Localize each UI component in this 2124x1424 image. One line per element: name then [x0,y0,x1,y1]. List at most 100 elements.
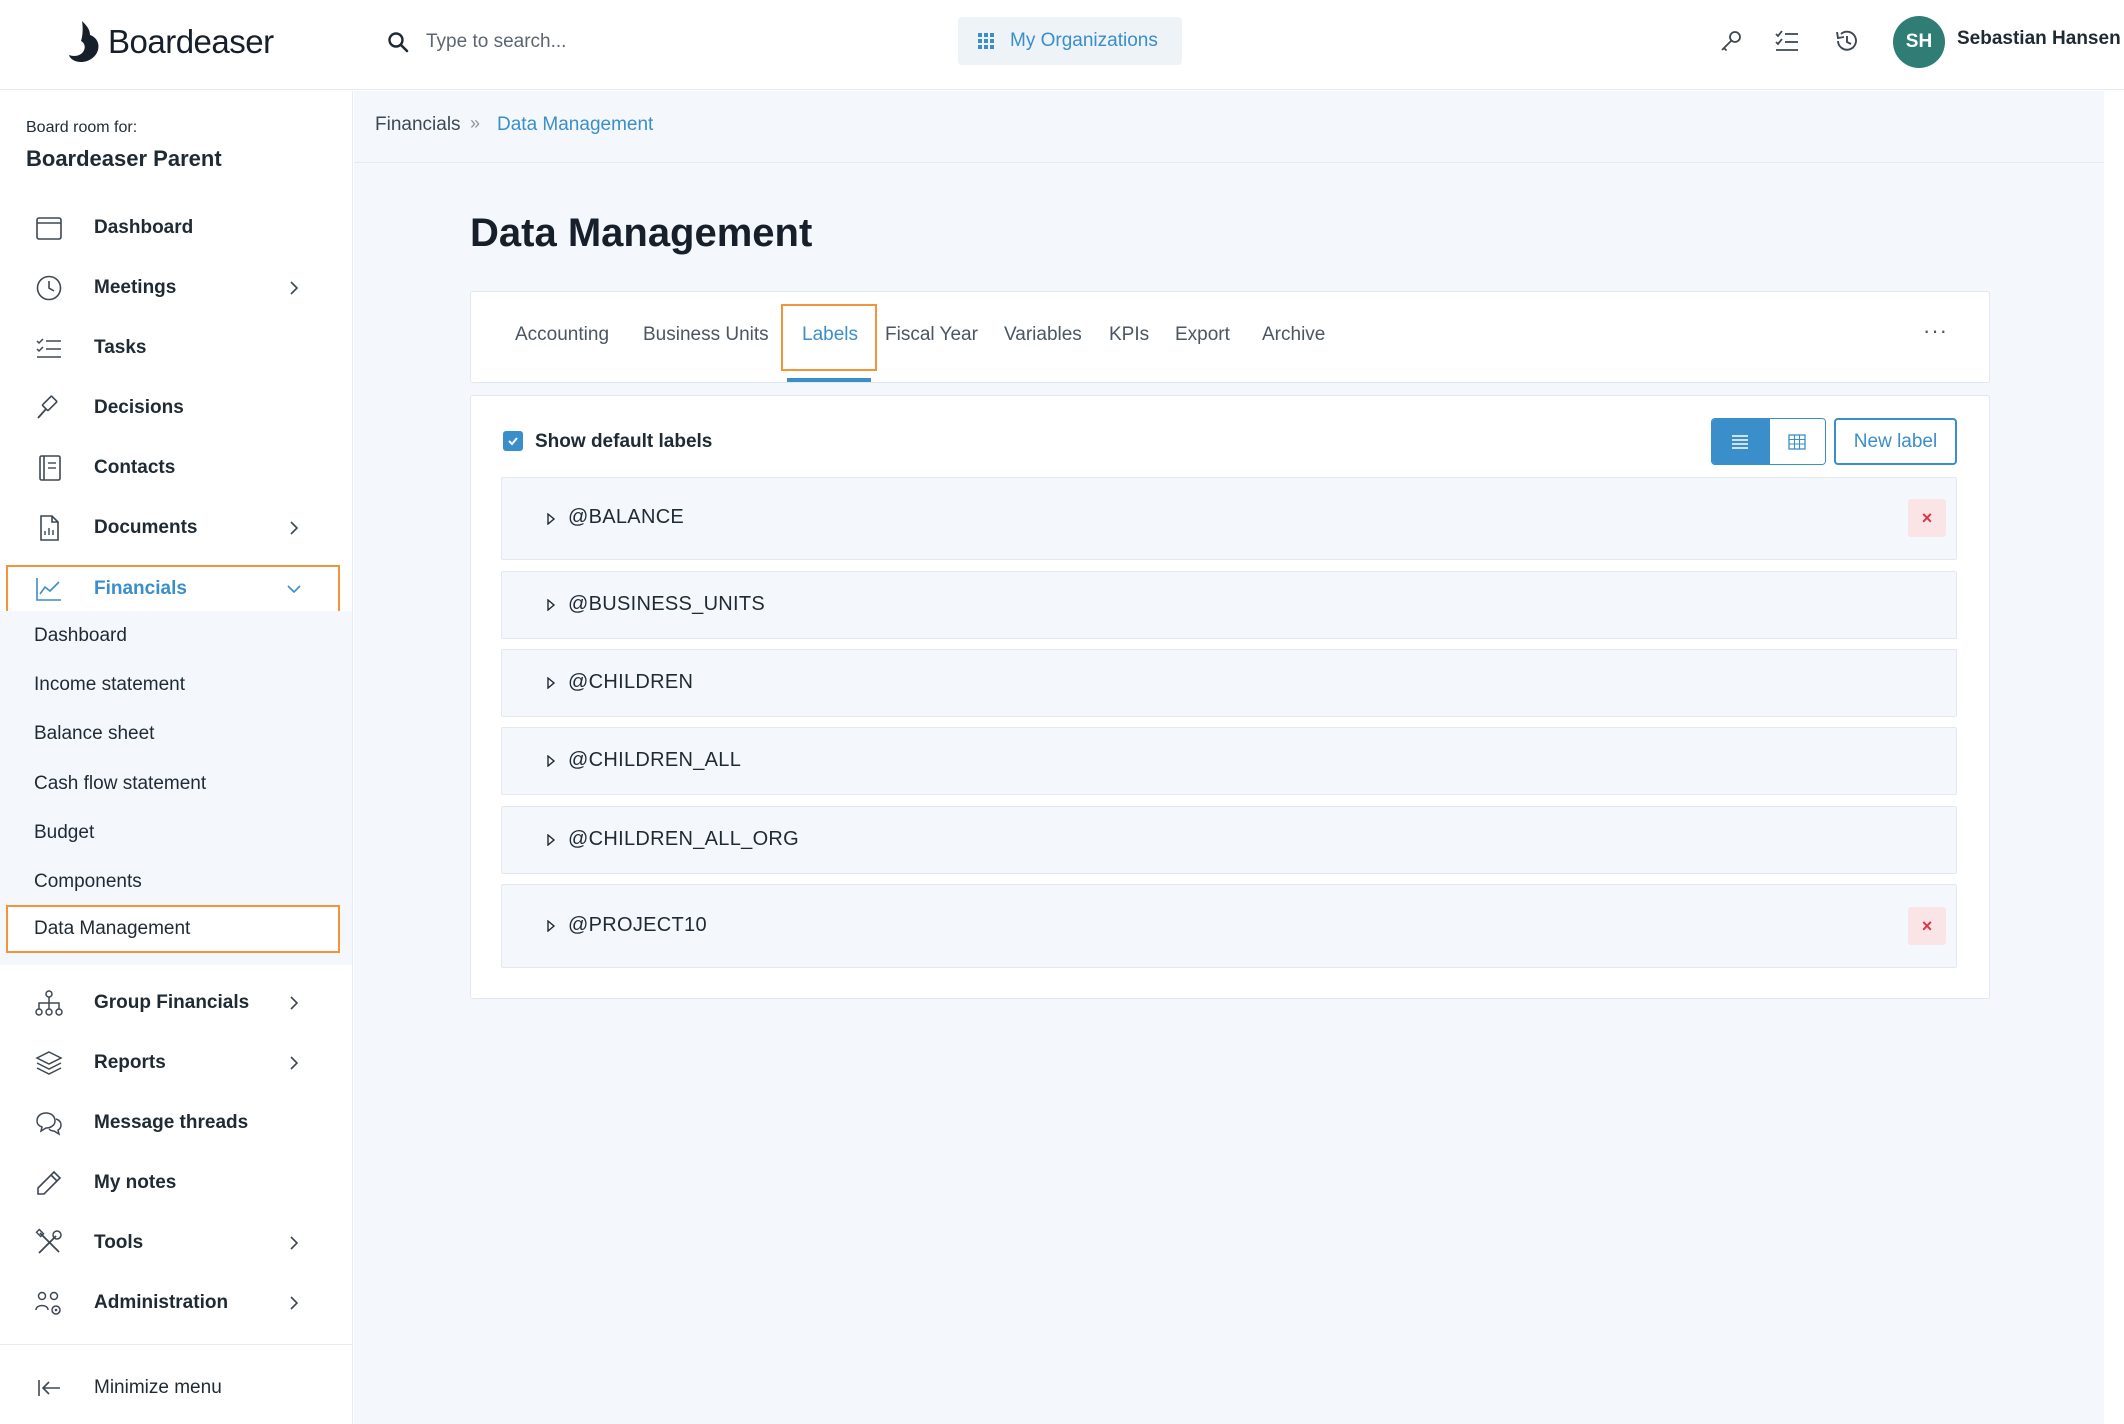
sidebar-item-label: Contacts [94,457,176,478]
submenu-item-data-management[interactable]: Data Management [6,905,340,953]
tab-business-units[interactable]: Business Units [643,324,769,346]
submenu-item-label: Cash flow statement [34,773,207,794]
sidebar-item-group-financials[interactable]: Group Financials [6,979,340,1027]
tab-fiscal-year[interactable]: Fiscal Year [885,324,978,346]
chevron-right-icon [290,996,299,1010]
table-view-button[interactable] [1768,419,1825,464]
sidebar-item-administration[interactable]: Administration [6,1279,340,1327]
new-label-button[interactable]: New label [1834,418,1957,465]
label-row[interactable]: @CHILDREN_ALL_ORG [501,806,1957,874]
caret-right-icon[interactable] [546,834,556,846]
chevron-right-icon [290,1296,299,1310]
breadcrumb-separator: » [470,113,481,133]
submenu-item-label: Dashboard [34,625,127,646]
tools-icon [35,1228,62,1254]
minimize-menu-button[interactable]: Minimize menu [6,1368,340,1408]
layers-icon [35,1051,63,1075]
submenu-item-dashboard[interactable]: Dashboard [6,613,340,659]
sidebar-item-dashboard[interactable]: Dashboard [6,204,340,252]
show-default-labels-label[interactable]: Show default labels [535,431,712,453]
financials-submenu: Dashboard Income statement Balance sheet… [0,611,352,965]
labels-card: Show default labels New label @BALANCE ×… [470,395,1990,999]
sidebar-item-meetings[interactable]: Meetings [6,264,340,312]
submenu-item-label: Balance sheet [34,723,155,744]
delete-label-button[interactable]: × [1908,907,1946,945]
submenu-item-balance-sheet[interactable]: Balance sheet [6,711,340,757]
submenu-item-label: Components [34,871,142,892]
delete-label-button[interactable]: × [1908,499,1946,537]
breadcrumb-financials[interactable]: Financials [375,114,461,136]
label-row[interactable]: @PROJECT10 × [501,884,1957,968]
sidebar-item-label: Group Financials [94,992,250,1013]
caret-right-icon[interactable] [546,755,556,767]
chat-icon [36,1112,62,1136]
label-row[interactable]: @CHILDREN [501,649,1957,717]
logo[interactable]: Boardeaser [68,12,274,72]
search-icon[interactable] [386,30,410,54]
label-row[interactable]: @BALANCE × [501,477,1957,560]
task-list-icon[interactable] [1772,26,1802,56]
chevron-right-icon [290,1056,299,1070]
sidebar-item-label: My notes [94,1172,177,1193]
sidebar-item-label: Meetings [94,277,177,298]
show-default-labels-checkbox[interactable] [503,431,523,451]
users-gear-icon [35,1291,61,1315]
sidebar-item-message-threads[interactable]: Message threads [6,1099,340,1147]
top-bar: Boardeaser My Organizations SH Sebastian [0,0,2124,90]
sidebar-item-label: Reports [94,1052,166,1073]
sidebar-item-label: Administration [94,1292,229,1313]
sidebar-item-label: Documents [94,517,198,538]
list-view-button[interactable] [1712,419,1769,464]
tab-kpis[interactable]: KPIs [1109,324,1149,346]
grid-icon [978,33,994,49]
pencil-icon [37,1170,62,1195]
search-input[interactable] [426,31,866,53]
label-row[interactable]: @BUSINESS_UNITS [501,571,1957,639]
calendar-icon [36,217,62,240]
more-options-icon[interactable]: ··· [1923,318,1948,344]
sidebar-item-reports[interactable]: Reports [6,1039,340,1087]
sidebar-item-my-notes[interactable]: My notes [6,1159,340,1207]
chevron-right-icon [290,281,299,295]
document-icon [40,515,59,541]
caret-right-icon[interactable] [546,920,556,932]
caret-right-icon[interactable] [546,513,556,525]
list-icon [1732,434,1749,449]
sidebar-item-contacts[interactable]: Contacts [6,444,340,492]
user-name[interactable]: Sebastian Hansen [1957,28,2121,50]
submenu-item-income-statement[interactable]: Income statement [6,662,340,708]
avatar[interactable]: SH [1893,16,1945,68]
search-bar [386,20,906,64]
tab-archive[interactable]: Archive [1262,324,1325,346]
sidebar-item-documents[interactable]: Documents [6,504,340,552]
my-organizations-button[interactable]: My Organizations [958,17,1182,65]
breadcrumb-current[interactable]: Data Management [497,114,653,136]
label-name: @CHILDREN [568,671,694,693]
submenu-item-budget[interactable]: Budget [6,810,340,856]
sidebar-item-financials[interactable]: Financials [6,565,340,613]
tab-variables[interactable]: Variables [1004,324,1082,346]
sidebar-item-tools[interactable]: Tools [6,1219,340,1267]
sidebar-item-tasks[interactable]: Tasks [6,324,340,372]
label-name: @BUSINESS_UNITS [568,593,766,615]
submenu-item-label: Data Management [34,918,191,939]
tab-export[interactable]: Export [1175,324,1230,346]
caret-right-icon[interactable] [546,677,556,689]
label-row[interactable]: @CHILDREN_ALL [501,727,1957,795]
tab-accounting[interactable]: Accounting [515,324,609,346]
submenu-item-components[interactable]: Components [6,859,340,905]
checklist-icon [36,338,61,358]
collapse-left-icon [38,1380,60,1396]
history-icon[interactable] [1832,26,1862,56]
sidebar: Board room for: Boardeaser Parent Dashbo… [0,91,353,1424]
caret-right-icon[interactable] [546,599,556,611]
my-organizations-label: My Organizations [1010,30,1158,51]
close-icon: × [1921,915,1933,936]
label-name: @PROJECT10 [568,914,707,936]
submenu-item-cash-flow-statement[interactable]: Cash flow statement [6,761,340,807]
sidebar-item-decisions[interactable]: Decisions [6,384,340,432]
sidebar-item-label: Financials [94,578,187,599]
key-icon[interactable] [1716,26,1746,56]
sidebar-item-label: Dashboard [94,217,194,238]
tab-labels[interactable]: Labels [802,324,858,346]
